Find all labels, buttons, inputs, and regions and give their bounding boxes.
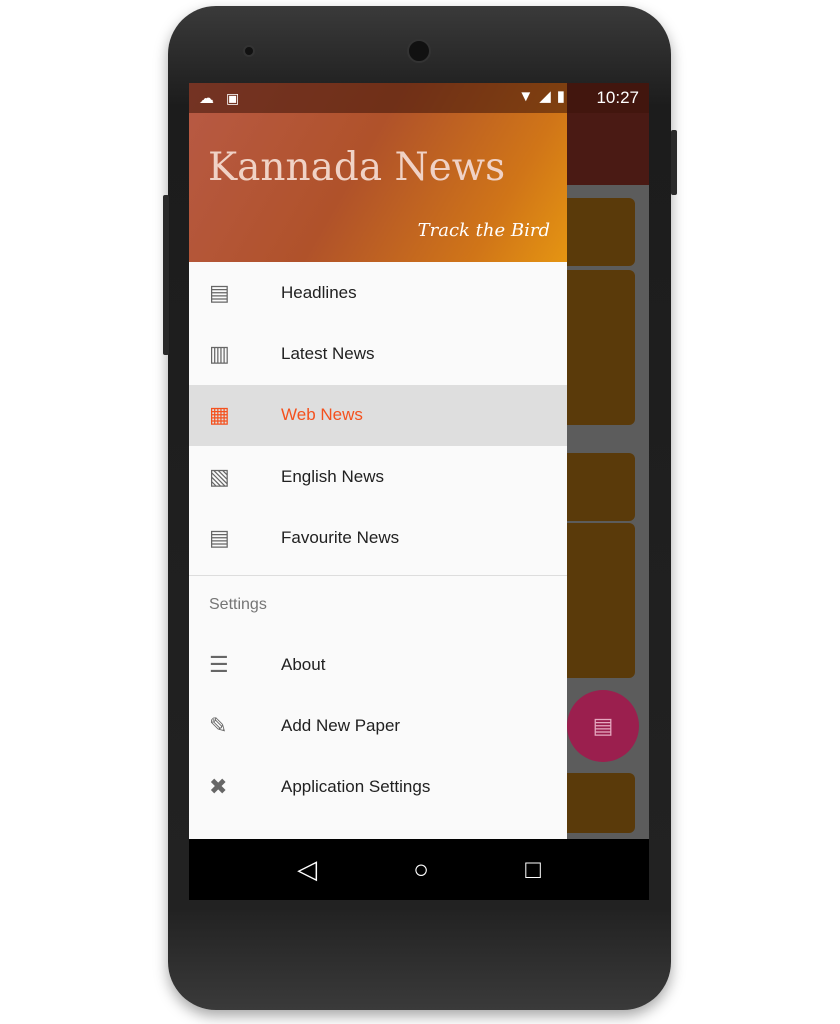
edit-icon: ✎ <box>209 713 228 739</box>
power-button <box>671 130 677 195</box>
item-label: English News <box>281 466 384 486</box>
drawer-item-add-new-paper[interactable]: ✎ Add New Paper <box>189 695 567 756</box>
back-icon[interactable]: ◁ <box>297 854 317 885</box>
tools-icon: ✖ <box>209 774 228 800</box>
drawer-item-headlines[interactable]: ▤ Headlines <box>189 262 567 323</box>
speaker-grille <box>407 39 431 63</box>
item-label: Add New Paper <box>281 716 401 736</box>
settings-section-label: Settings <box>209 595 267 613</box>
item-label: Favourite News <box>281 528 400 548</box>
drawer-item-english-news[interactable]: ▧ English News <box>189 446 567 507</box>
news-icon: ▥ <box>209 341 230 367</box>
volume-button <box>163 195 169 355</box>
navigation-drawer: Kannada News Track the Bird ▤ Headlines ▥… <box>189 83 567 839</box>
item-label: Headlines <box>281 282 357 302</box>
favourite-news-icon: ▤ <box>209 525 230 551</box>
drawer-item-latest-news[interactable]: ▥ Latest News <box>189 323 567 384</box>
front-camera <box>243 45 255 57</box>
status-bar: ☁ ▣ ▼◢▮ 10:27 <box>189 83 649 113</box>
battery-charging-icon: ▮ <box>556 88 571 105</box>
drawer-item-web-news[interactable]: ▦ Web News <box>189 384 567 447</box>
android-icon: ▣ <box>226 89 240 106</box>
signal-icon: ◢ <box>539 88 557 105</box>
recents-icon[interactable]: □ <box>525 854 541 885</box>
wifi-icon: ▼ <box>518 88 540 105</box>
cloud-icon: ☁ <box>199 90 214 107</box>
web-news-icon: ▦ <box>209 402 230 428</box>
drawer-item-application-settings[interactable]: ✖ Application Settings <box>189 757 567 818</box>
app-subtitle: Track the Bird <box>417 220 550 241</box>
fab-news-icon[interactable]: ▤ <box>567 690 639 762</box>
item-label: About <box>281 654 326 674</box>
about-icon: ☰ <box>209 651 229 677</box>
item-label: Latest News <box>281 344 375 364</box>
navigation-bar: ◁ ○ □ <box>189 839 649 900</box>
home-icon[interactable]: ○ <box>413 854 429 885</box>
newspaper-icon: ▤ <box>209 279 230 305</box>
drawer-item-about[interactable]: ☰ About <box>189 634 567 695</box>
item-label: Web News <box>281 405 363 425</box>
app-title: Kannada News <box>208 145 506 190</box>
drawer-item-favourite-news[interactable]: ▤ Favourite News <box>189 508 567 569</box>
english-news-icon: ▧ <box>209 463 230 489</box>
status-time: 10:27 <box>596 88 639 107</box>
item-label: Application Settings <box>281 777 431 797</box>
screen: ▤ ☁ ▣ ▼◢▮ 10:27 Kannada News Track the B… <box>189 83 649 900</box>
